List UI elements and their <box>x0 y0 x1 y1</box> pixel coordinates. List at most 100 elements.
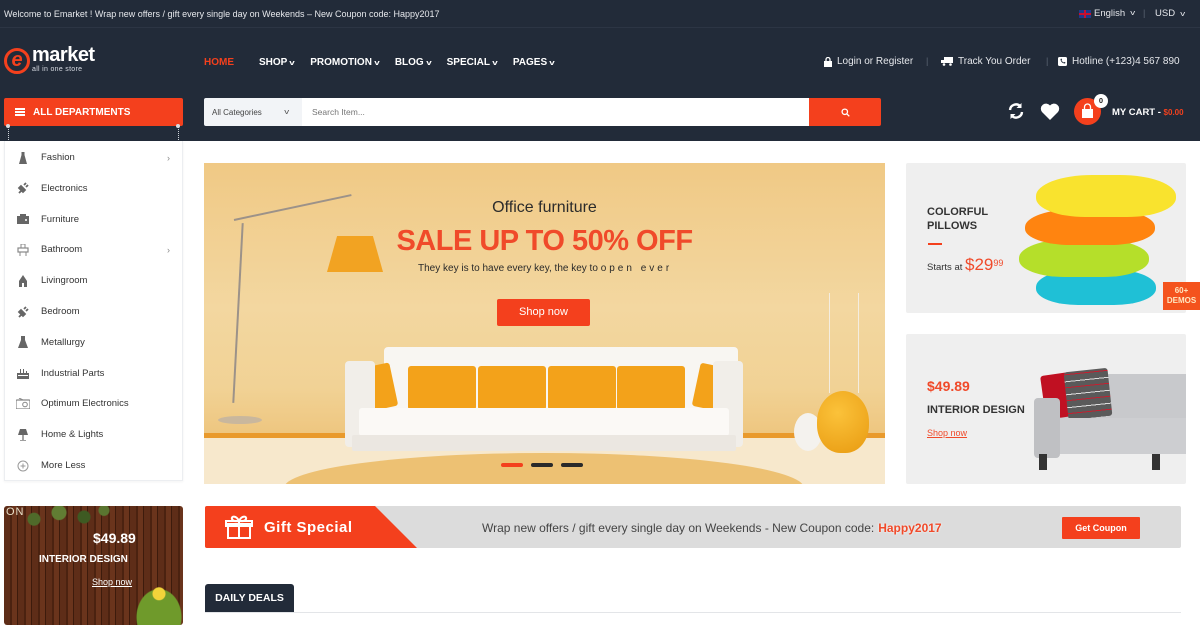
site-logo[interactable]: e market all in one store <box>4 44 114 76</box>
promo-card-interior[interactable]: $49.89 INTERIOR DESIGN Shop now <box>906 334 1186 484</box>
get-coupon-button[interactable]: Get Coupon <box>1062 517 1140 539</box>
category-label: Metallurgy <box>41 336 85 348</box>
cart-label: MY CART - <box>1112 107 1164 118</box>
orange-vase-image <box>817 391 869 453</box>
chain-dot <box>176 124 180 128</box>
hero-subtitle-animated: open ever <box>600 263 673 274</box>
category-item-electronics[interactable]: Electronics <box>5 173 182 204</box>
hero-subtitle: They key is to have every key, the key t… <box>418 263 672 274</box>
card-price: $49.89 <box>927 378 970 394</box>
slider-dot[interactable] <box>531 463 553 467</box>
plug-icon <box>16 305 30 318</box>
category-item-more-less[interactable]: More Less <box>5 450 182 481</box>
card-title: COLORFUL PILLOWS <box>927 205 1007 233</box>
chevron-down-icon: v <box>492 60 498 67</box>
chevron-right-icon: › <box>167 244 170 255</box>
category-item-furniture[interactable]: Furniture <box>5 204 182 235</box>
cart-amount: $0.00 <box>1163 108 1184 117</box>
search-input[interactable] <box>302 98 809 126</box>
gift-message: Wrap new offers / gift every single day … <box>482 521 942 535</box>
pillow-image <box>478 366 546 410</box>
card-title: INTERIOR DESIGN <box>927 404 1025 416</box>
compare-icon[interactable] <box>1007 102 1025 120</box>
currency-selector[interactable]: USD v <box>1155 8 1185 19</box>
card-title-line: PILLOWS <box>927 220 978 232</box>
category-item-metallurgy[interactable]: Metallurgy <box>5 327 182 358</box>
reed-diffuser-image <box>829 293 859 393</box>
top-bar: Welcome to Emarket ! Wrap new offers / g… <box>0 0 1200 28</box>
demos-badge[interactable]: 60+ DEMOS <box>1163 282 1200 310</box>
category-item-fashion[interactable]: Fashion › <box>5 142 182 173</box>
daily-deals-tab[interactable]: DAILY DEALS <box>205 584 294 612</box>
lamp-icon <box>16 274 30 287</box>
starts-label: Starts at <box>927 262 963 273</box>
demos-label: DEMOS <box>1166 296 1197 305</box>
sofa-arm <box>1034 398 1060 458</box>
category-item-bathroom[interactable]: Bathroom › <box>5 234 182 265</box>
chain-decoration <box>8 126 10 140</box>
gift-special-bar: Gift Special Wrap new offers / gift ever… <box>205 506 1181 548</box>
cart-count-badge: 0 <box>1094 94 1108 108</box>
category-select[interactable]: All Categories v <box>204 98 302 126</box>
list-icon <box>15 108 25 116</box>
demos-count: 60+ <box>1174 286 1189 295</box>
chevron-down-icon: v <box>374 60 380 67</box>
nav-promotion[interactable]: PROMOTION v <box>310 57 379 68</box>
radio-icon <box>16 398 30 410</box>
pillow-yellow-image <box>1036 175 1176 217</box>
site-header: Welcome to Emarket ! Wrap new offers / g… <box>0 0 1200 141</box>
wishlist-heart-icon[interactable] <box>1040 103 1060 120</box>
chevron-down-icon: v <box>283 108 289 116</box>
category-label: More Less <box>41 460 86 471</box>
divider: | <box>1046 56 1049 66</box>
nav-home[interactable]: HOME <box>204 57 234 68</box>
hero-kicker: Office furniture <box>492 199 597 216</box>
nav-label: SHOP <box>259 57 288 68</box>
category-item-optimum-electronics[interactable]: Optimum Electronics <box>5 388 182 419</box>
category-item-livingroom[interactable]: Livingroom <box>5 265 182 296</box>
search-button[interactable] <box>809 98 881 126</box>
slider-dot[interactable] <box>501 463 523 467</box>
all-departments-button[interactable]: ALL DEPARTMENTS <box>4 98 183 126</box>
chevron-down-icon: v <box>1180 11 1185 18</box>
coupon-code: Happy2017 <box>878 521 942 535</box>
category-item-home-lights[interactable]: Home & Lights <box>5 419 182 450</box>
nav-pages[interactable]: PAGES v <box>513 57 555 68</box>
plus-circle-icon <box>16 460 30 472</box>
nav-special[interactable]: SPECIAL v <box>446 57 498 68</box>
promo-card-pillows[interactable]: COLORFUL PILLOWS Starts at $2999 <box>906 163 1186 313</box>
flask-icon <box>16 336 30 349</box>
factory-icon <box>16 367 30 379</box>
chevron-down-icon: v <box>1130 10 1136 17</box>
hotline-link[interactable]: Hotline (+123)4 567 890 <box>1058 56 1180 67</box>
nav-label: SPECIAL <box>446 57 490 68</box>
shop-now-link[interactable]: Shop now <box>92 577 132 587</box>
lock-icon <box>824 56 832 67</box>
category-menu: Fashion › Electronics Furniture Bathroom › Liv… <box>4 141 183 481</box>
foliage-image <box>14 506 114 528</box>
category-item-bedroom[interactable]: Bedroom <box>5 296 182 327</box>
chain-decoration <box>178 126 180 140</box>
pillow-image <box>408 366 476 410</box>
uk-flag-icon <box>1079 9 1091 18</box>
chevron-down-icon: v <box>289 60 296 67</box>
language-selector[interactable]: English v <box>1079 8 1135 19</box>
corner-text: ON <box>6 506 25 518</box>
nav-label: BLOG <box>394 57 424 68</box>
sofa-leg <box>1039 454 1047 470</box>
promo-price: $49.89 <box>93 530 136 546</box>
nav-blog[interactable]: BLOG v <box>394 57 432 68</box>
slider-dot[interactable] <box>561 463 583 467</box>
nav-shop[interactable]: SHOP v <box>259 57 296 68</box>
hero-shop-now-button[interactable]: Shop now <box>497 299 590 326</box>
track-order-link[interactable]: Track You Order <box>941 56 1030 67</box>
currency-label: USD <box>1155 8 1176 19</box>
search-icon <box>840 107 850 117</box>
promo-banner-interior[interactable]: ON $49.89 INTERIOR DESIGN Shop now <box>4 506 183 625</box>
truck-icon <box>941 57 953 66</box>
category-item-industrial-parts[interactable]: Industrial Parts <box>5 358 182 389</box>
cart-summary[interactable]: MY CART - $0.00 <box>1112 107 1184 118</box>
shop-now-link[interactable]: Shop now <box>927 428 967 438</box>
login-register-link[interactable]: Login or Register <box>824 56 913 67</box>
hotline-label: Hotline (+123)4 567 890 <box>1072 56 1180 67</box>
